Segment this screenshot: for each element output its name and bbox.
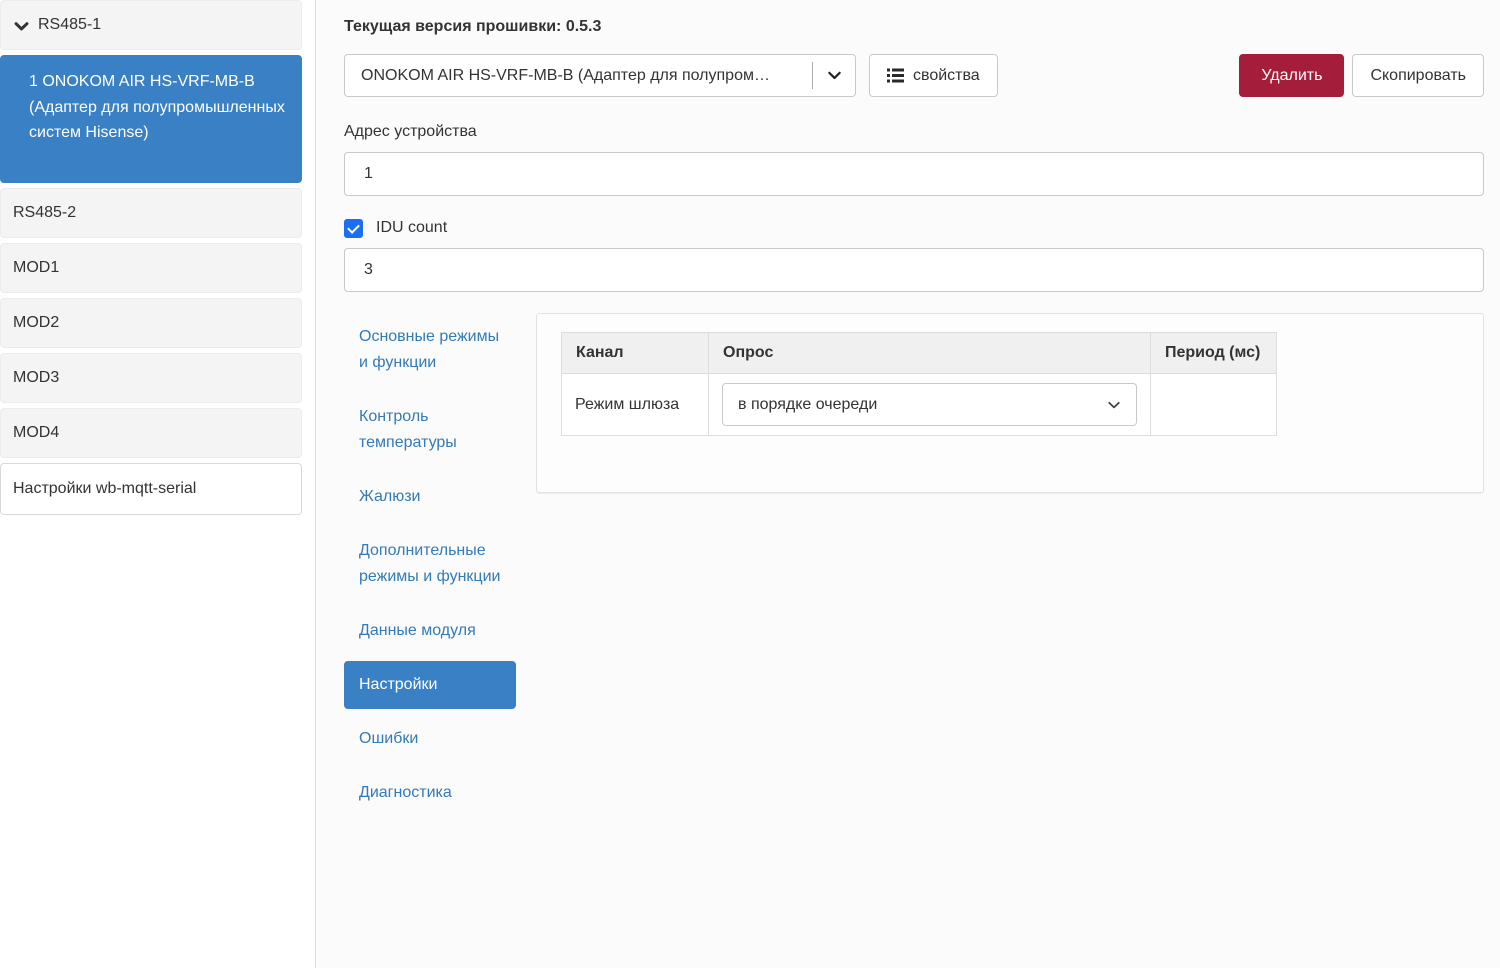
sidebar-item[interactable]: MOD1 — [0, 243, 302, 293]
firmware-version-label: Текущая версия прошивки: — [344, 18, 561, 35]
sidebar-item[interactable]: MOD4 — [0, 408, 302, 458]
delete-button[interactable]: Удалить — [1239, 54, 1344, 97]
period-cell — [1151, 374, 1277, 436]
sidebar-item-wb-mqtt-serial[interactable]: Настройки wb-mqtt-serial — [0, 463, 302, 515]
wb-mqtt-serial-label: Настройки wb-mqtt-serial — [13, 478, 196, 500]
tab-item[interactable]: Основные режимы и функции — [344, 313, 516, 387]
table-header-row: КаналОпросПериод (мс) — [562, 333, 1277, 374]
active-device-label: 1 ONOKOM AIR HS-VRF-MB-B (Адаптер для по… — [29, 69, 285, 146]
firmware-version-value: 0.5.3 — [566, 18, 602, 35]
sidebar-device-list: RS485-2MOD1MOD2MOD3MOD4 — [0, 188, 315, 458]
app-root: RS485-1 1 ONOKOM AIR HS-VRF-MB-B (Адапте… — [0, 0, 1500, 968]
table-row: Режим шлюза в порядке очереди — [562, 374, 1277, 436]
port-label: RS485-1 — [38, 14, 101, 36]
idu-count-checkbox[interactable] — [344, 219, 363, 238]
tab-item[interactable]: Данные модуля — [344, 607, 516, 655]
device-controls-row: ONOKOM AIR HS-VRF-MB-B (Адаптер для полу… — [344, 54, 1484, 97]
copy-button[interactable]: Скопировать — [1352, 54, 1484, 97]
column-header: Опрос — [709, 333, 1151, 374]
tab-item[interactable]: Дополнительные режимы и функции — [344, 527, 516, 601]
tab-item-active[interactable]: Настройки — [344, 661, 516, 709]
poll-mode-select[interactable]: в порядке очереди — [722, 383, 1137, 426]
column-header: Канал — [562, 333, 709, 374]
idu-count-row: IDU count — [344, 218, 1484, 238]
device-address-input[interactable] — [344, 152, 1484, 196]
chevron-down-icon — [813, 68, 855, 83]
idu-count-input[interactable] — [344, 248, 1484, 292]
properties-button-label: свойства — [913, 67, 980, 85]
device-sidebar: RS485-1 1 ONOKOM AIR HS-VRF-MB-B (Адапте… — [0, 0, 316, 968]
sidebar-item[interactable]: MOD2 — [0, 298, 302, 348]
device-address-label: Адрес устройства — [344, 123, 1484, 143]
device-tab-list: Основные режимы и функцииКонтроль темпер… — [344, 313, 516, 823]
chevron-down-icon — [14, 19, 29, 34]
sidebar-item[interactable]: MOD3 — [0, 353, 302, 403]
idu-count-label: IDU count — [376, 219, 447, 237]
sidebar-item[interactable]: RS485-2 — [0, 188, 302, 238]
tab-item[interactable]: Контроль температуры — [344, 393, 516, 467]
poll-mode-select-value: в порядке очереди — [738, 396, 877, 414]
column-header: Период (мс) — [1151, 333, 1277, 374]
properties-button[interactable]: свойства — [869, 54, 998, 97]
sidebar-item-active-device[interactable]: 1 ONOKOM AIR HS-VRF-MB-B (Адаптер для по… — [0, 55, 302, 183]
device-type-select[interactable]: ONOKOM AIR HS-VRF-MB-B (Адаптер для полу… — [344, 54, 856, 97]
channels-table: КаналОпросПериод (мс) Режим шлюза в поряд… — [561, 332, 1277, 436]
list-icon — [887, 67, 904, 84]
main-content: Текущая версия прошивки: 0.5.3 ONOKOM AI… — [316, 0, 1500, 968]
tab-item[interactable]: Ошибки — [344, 715, 516, 763]
tab-item[interactable]: Жалюзи — [344, 473, 516, 521]
device-tabs-section: Основные режимы и функцииКонтроль темпер… — [344, 313, 1484, 823]
tab-item[interactable]: Диагностика — [344, 769, 516, 817]
chevron-down-icon — [1107, 398, 1121, 412]
poll-cell: в порядке очереди — [709, 374, 1151, 436]
device-type-select-value: ONOKOM AIR HS-VRF-MB-B (Адаптер для полу… — [361, 67, 812, 85]
settings-tab-panel: КаналОпросПериод (мс) Режим шлюза в поряд… — [536, 313, 1484, 493]
table-body: Режим шлюза в порядке очереди — [562, 374, 1277, 436]
firmware-version-line: Текущая версия прошивки: 0.5.3 — [344, 18, 1484, 38]
sidebar-item-rs485-1[interactable]: RS485-1 — [0, 0, 302, 50]
channel-name-cell: Режим шлюза — [562, 374, 709, 436]
